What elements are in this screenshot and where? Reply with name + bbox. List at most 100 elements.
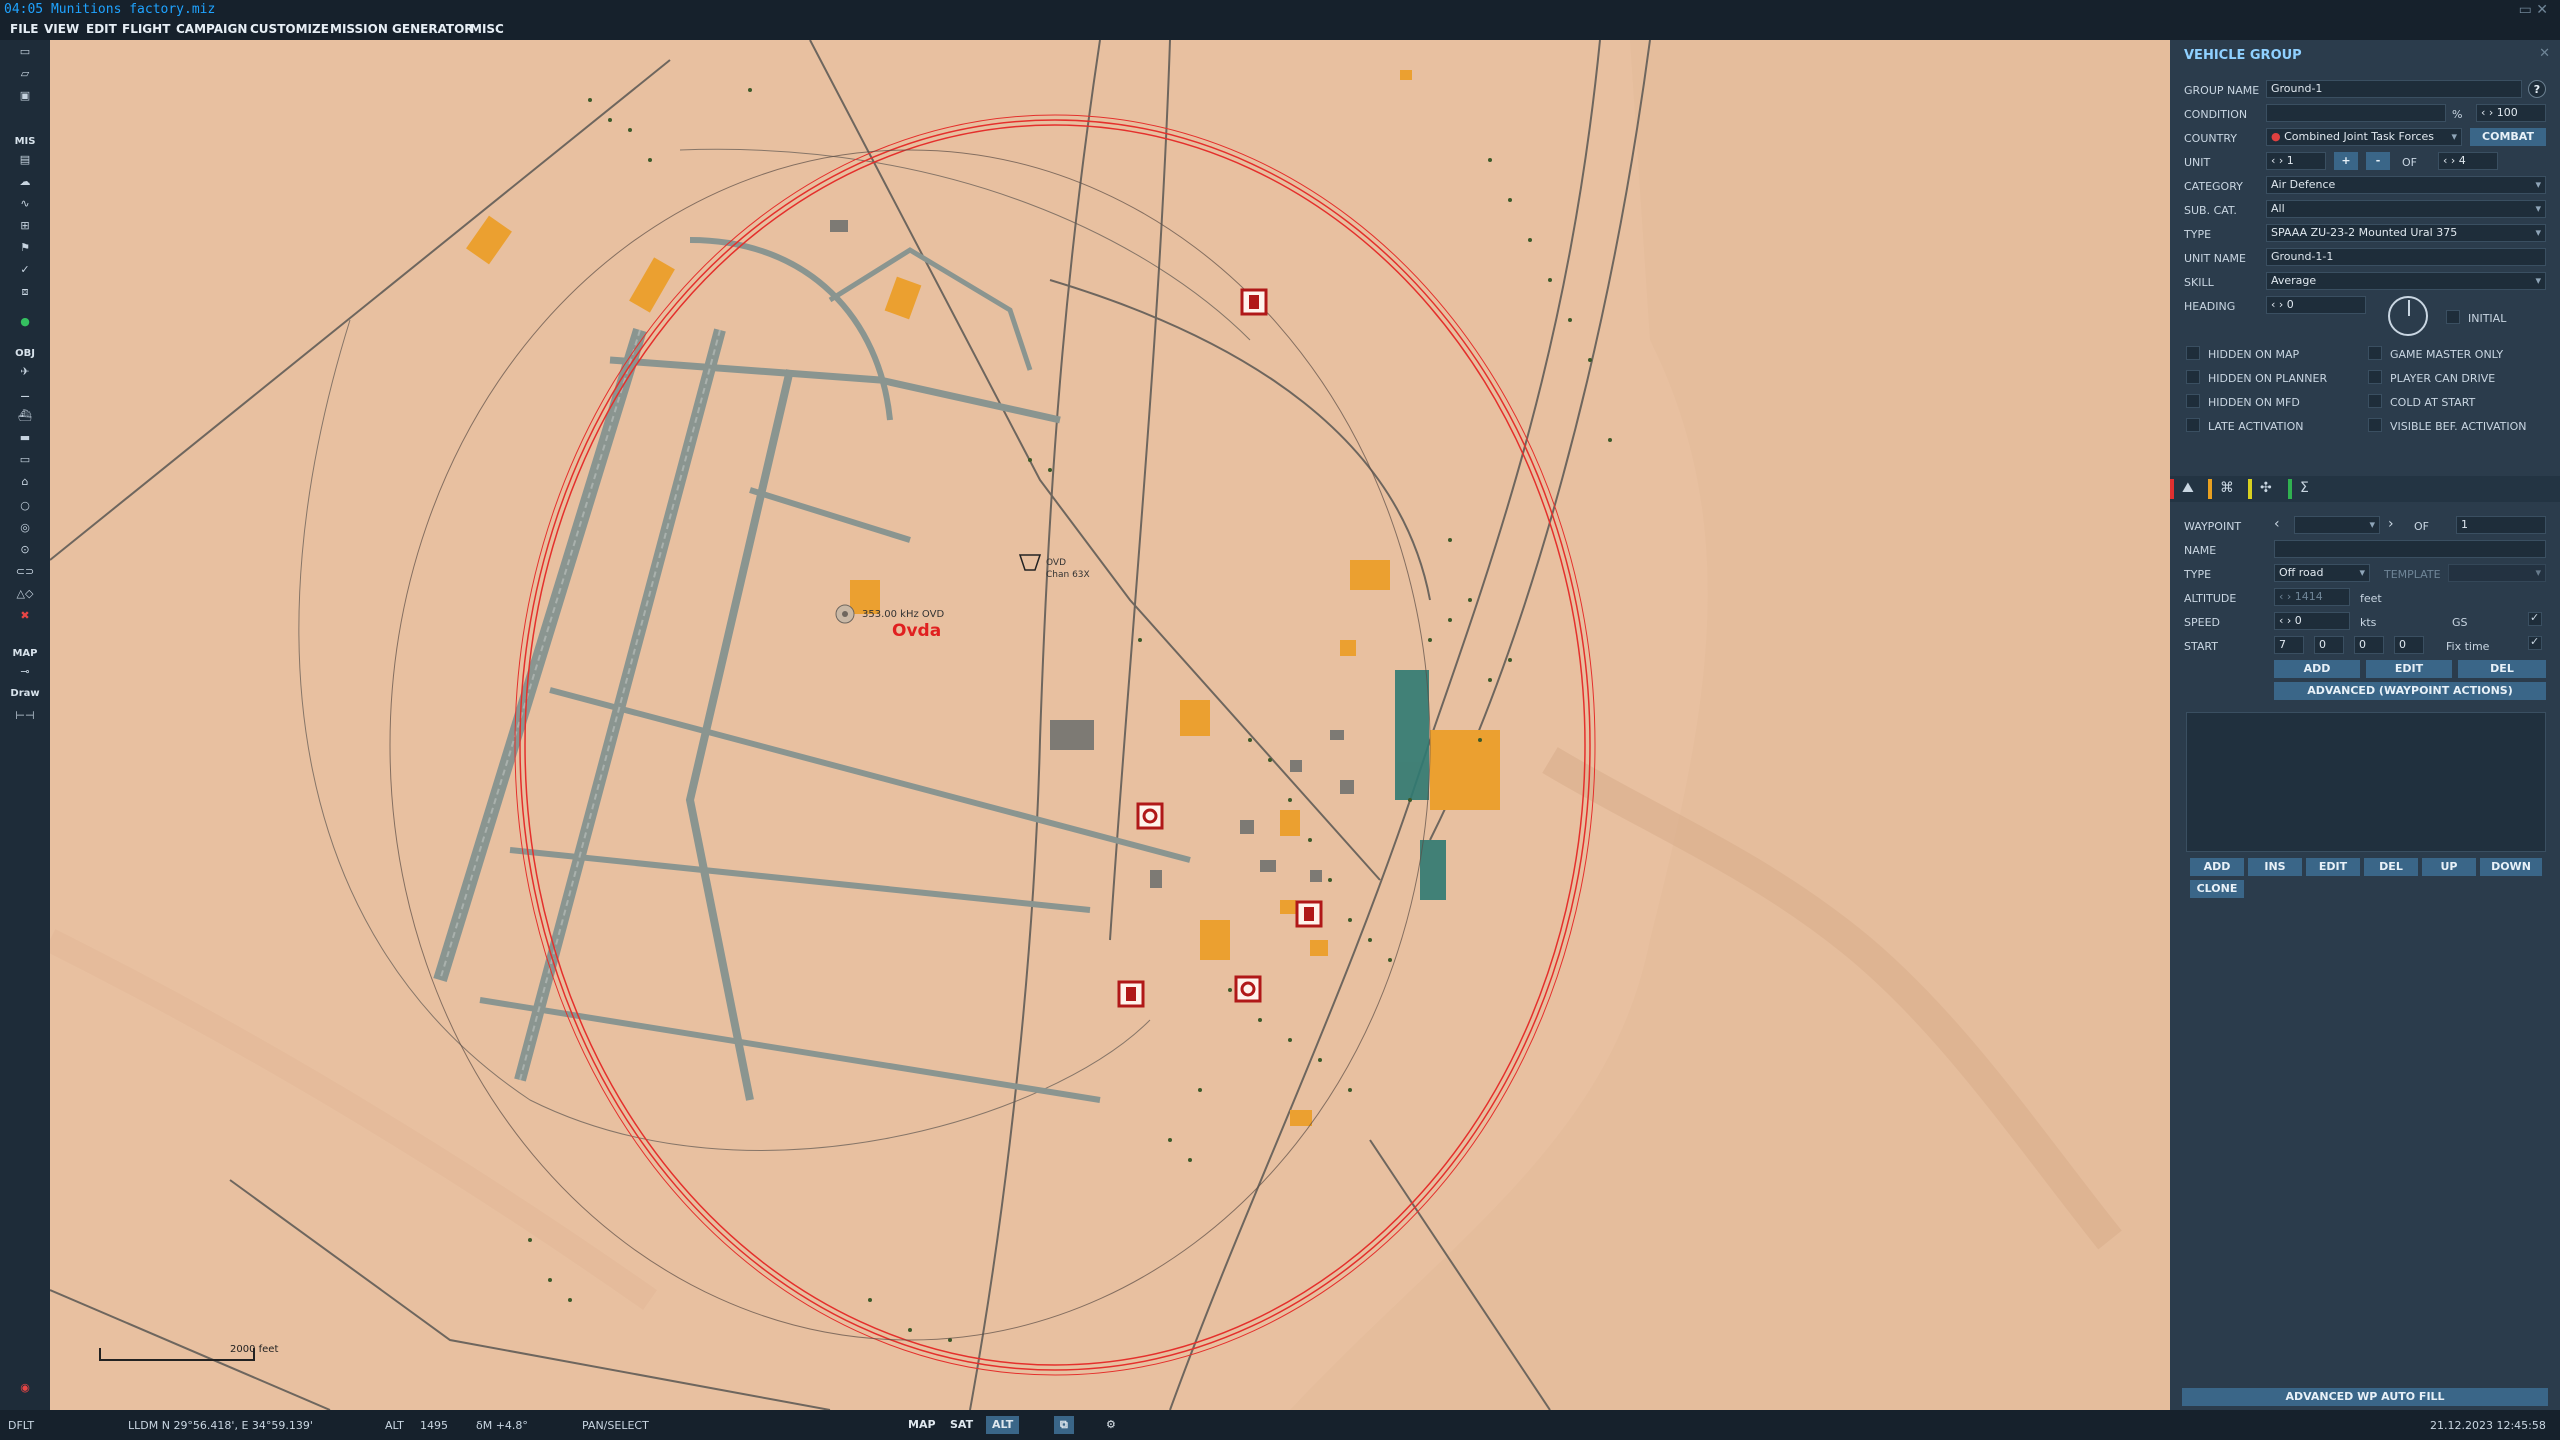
list-ins-button[interactable]: INS (2248, 858, 2302, 876)
ruler-icon[interactable]: ⊢⊣ (10, 708, 40, 724)
template-select[interactable] (2448, 564, 2546, 582)
goals-icon[interactable]: ⚑ (10, 240, 40, 256)
altitude-input[interactable]: ‹ › 1414 (2274, 588, 2350, 606)
start-sec-input[interactable]: 0 (2394, 636, 2424, 654)
list-up-button[interactable]: UP (2422, 858, 2476, 876)
menu-file[interactable]: FILE (10, 22, 39, 36)
menu-mission-generator[interactable]: MISSION GENERATOR (330, 22, 474, 36)
type-select[interactable]: SPAAA ZU-23-2 Mounted Ural 375 (2266, 224, 2546, 242)
profile-select[interactable]: DFLT (8, 1419, 34, 1432)
static-object-icon[interactable]: ▭ (10, 452, 40, 468)
visible-bef-activation-checkbox[interactable] (2368, 418, 2382, 432)
unit-total-input[interactable]: ‹ › 4 (2438, 152, 2498, 170)
close-icon[interactable]: ✕ (2539, 46, 2550, 61)
late-activation-checkbox[interactable] (2186, 418, 2200, 432)
wp-edit-button[interactable]: EDIT (2366, 660, 2452, 678)
layers-icon[interactable]: ⧉ (1054, 1416, 1074, 1434)
ai-icon[interactable]: ● (10, 314, 40, 330)
player-can-drive-checkbox[interactable] (2368, 370, 2382, 384)
group-name-input[interactable]: Ground-1 (2266, 80, 2522, 98)
record-icon[interactable]: ◉ (10, 1380, 40, 1396)
map-view[interactable]: 353.00 kHz OVD Ovda OVD Chan 63X 2000 fe… (50, 40, 2170, 1410)
ndb-icon[interactable] (835, 604, 855, 624)
payload-tab-icon[interactable]: ✣ (2260, 480, 2272, 496)
menu-view[interactable]: VIEW (44, 22, 79, 36)
waypoint-select[interactable] (2294, 516, 2380, 534)
weather-icon[interactable]: ☁ (10, 174, 40, 190)
failures-icon[interactable]: ∿ (10, 196, 40, 212)
game-master-only-checkbox[interactable] (2368, 346, 2382, 360)
delete-icon[interactable]: ✖ (10, 608, 40, 624)
list-del-button[interactable]: DEL (2364, 858, 2418, 876)
zone-icon[interactable]: ○ (10, 498, 40, 514)
condition-input[interactable]: ‹ › 100 (2476, 104, 2546, 122)
unit-input[interactable]: ‹ › 1 (2266, 152, 2326, 170)
condition-slider[interactable] (2266, 104, 2446, 122)
speed-input[interactable]: ‹ › 0 (2274, 612, 2350, 630)
subcat-select[interactable]: All (2266, 200, 2546, 218)
country-select[interactable]: ● Combined Joint Task Forces (2266, 128, 2462, 146)
list-edit-button[interactable]: EDIT (2306, 858, 2360, 876)
new-file-icon[interactable]: ▭ (10, 44, 40, 60)
prev-waypoint-icon[interactable]: ‹ (2274, 516, 2280, 532)
check-icon[interactable]: ✓ (10, 262, 40, 278)
target-icon[interactable]: ◎ (10, 520, 40, 536)
initial-checkbox[interactable] (2446, 310, 2460, 324)
briefing-icon[interactable]: ▤ (10, 152, 40, 168)
hidden-on-mfd-checkbox[interactable] (2186, 394, 2200, 408)
skill-select[interactable]: Average (2266, 272, 2546, 290)
start-hour-input[interactable]: 0 (2314, 636, 2344, 654)
hidden-on-planner-checkbox[interactable] (2186, 370, 2200, 384)
wp-name-input[interactable] (2274, 540, 2546, 558)
category-select[interactable]: Air Defence (2266, 176, 2546, 194)
shapes-icon[interactable]: △◇ (10, 586, 40, 602)
route-tab-icon[interactable]: ⛰ (2182, 480, 2194, 496)
heading-dial-icon[interactable] (2388, 296, 2428, 336)
menu-edit[interactable]: EDIT (86, 22, 117, 36)
start-min-input[interactable]: 0 (2354, 636, 2384, 654)
nav-point-icon[interactable]: ⊙ (10, 542, 40, 558)
list-add-button[interactable]: ADD (2190, 858, 2244, 876)
template-icon[interactable]: ⌂ (10, 474, 40, 490)
summary-tab-icon[interactable]: Σ (2300, 480, 2309, 496)
cold-at-start-checkbox[interactable] (2368, 394, 2382, 408)
add-unit-button[interactable]: + (2334, 152, 2358, 170)
resource-manager-icon[interactable]: ⧈ (10, 284, 40, 300)
next-waypoint-icon[interactable]: › (2388, 516, 2394, 532)
remove-unit-button[interactable]: - (2366, 152, 2390, 170)
group-icon[interactable]: ⊂⊃ (10, 564, 40, 580)
triggered-actions-tab-icon[interactable]: ⌘ (2220, 480, 2234, 496)
help-icon[interactable]: ? (2528, 80, 2546, 98)
triggers-icon[interactable]: ⊞ (10, 218, 40, 234)
gs-checkbox[interactable]: ✓ (2528, 611, 2542, 626)
waypoint-actions-list[interactable] (2186, 712, 2546, 852)
map-options-icon[interactable]: ⊸ (10, 664, 40, 680)
advanced-waypoint-actions-button[interactable]: ADVANCED (WAYPOINT ACTIONS) (2274, 682, 2546, 700)
map-settings-icon[interactable]: ⚙ (1100, 1416, 1122, 1434)
map-view-button[interactable]: MAP (902, 1416, 942, 1434)
start-day-input[interactable]: 7 (2274, 636, 2304, 654)
wp-type-select[interactable]: Off road (2274, 564, 2370, 582)
window-controls[interactable]: ▭ ✕ (2519, 2, 2548, 18)
menu-customize[interactable]: CUSTOMIZE (250, 22, 329, 36)
unit-name-input[interactable]: Ground-1-1 (2266, 248, 2546, 266)
sat-view-button[interactable]: SAT (944, 1416, 979, 1434)
ship-icon[interactable]: ⛴ (10, 408, 40, 424)
menu-misc[interactable]: MISC (470, 22, 504, 36)
helicopter-icon[interactable]: ⚊ (10, 386, 40, 402)
map-canvas[interactable]: 353.00 kHz OVD Ovda OVD Chan 63X 2000 fe… (50, 40, 2170, 1410)
unit-markers[interactable] (1117, 288, 1323, 1008)
aircraft-icon[interactable]: ✈ (10, 364, 40, 380)
toolbar-draw[interactable]: Draw (0, 688, 50, 699)
fix-time-checkbox[interactable]: ✓ (2528, 635, 2542, 650)
heading-input[interactable]: ‹ › 0 (2266, 296, 2366, 314)
open-file-icon[interactable]: ▱ (10, 66, 40, 82)
wp-add-button[interactable]: ADD (2274, 660, 2360, 678)
save-file-icon[interactable]: ▣ (10, 88, 40, 104)
list-down-button[interactable]: DOWN (2480, 858, 2542, 876)
vehicle-icon[interactable]: ▬ (10, 430, 40, 446)
combat-button[interactable]: COMBAT (2470, 128, 2546, 146)
wp-del-button[interactable]: DEL (2458, 660, 2546, 678)
hidden-on-map-checkbox[interactable] (2186, 346, 2200, 360)
clone-button[interactable]: CLONE (2190, 880, 2244, 898)
